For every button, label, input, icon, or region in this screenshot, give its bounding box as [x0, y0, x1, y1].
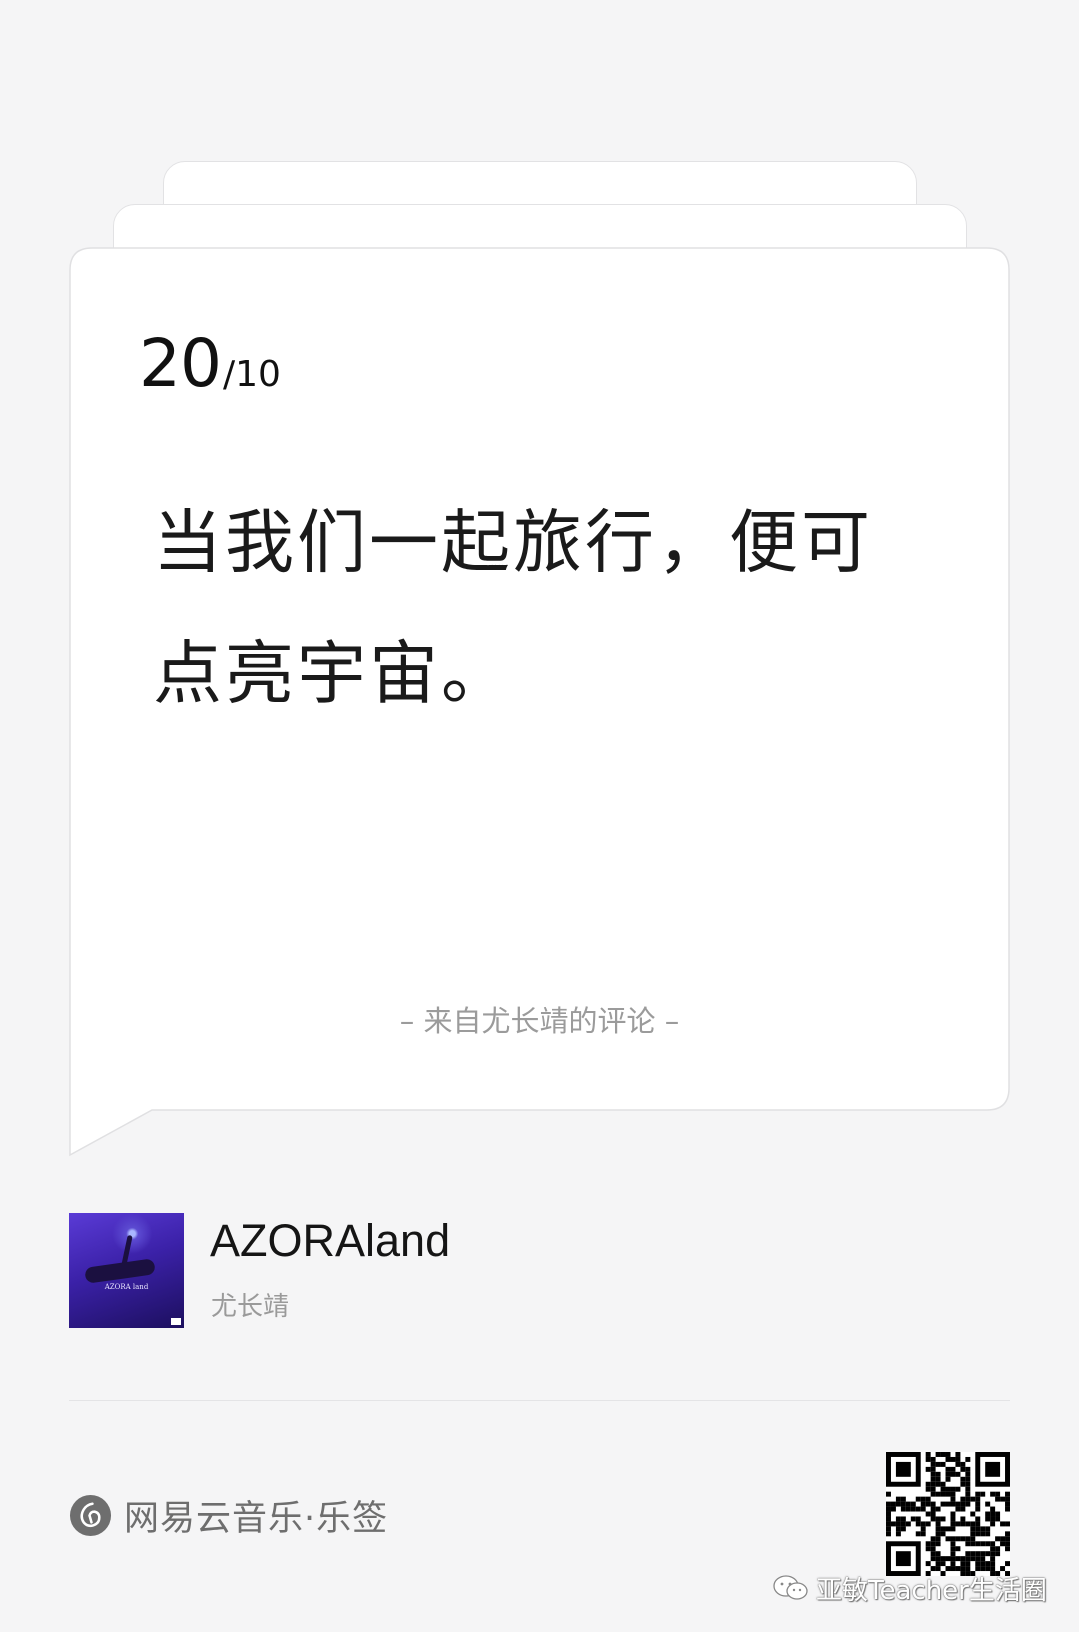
- watermark: 亚敏Teacher生活圈: [770, 1566, 1047, 1610]
- watermark-text: 亚敏Teacher生活圈: [816, 1575, 1047, 1606]
- date-month: /10: [222, 354, 281, 395]
- song-title[interactable]: AZORAland: [210, 1215, 450, 1267]
- album-cover[interactable]: AZORA land: [69, 1213, 184, 1328]
- divider: [69, 1400, 1010, 1401]
- date-label: 20/10: [139, 325, 281, 402]
- cover-text: AZORA land: [104, 1283, 149, 1291]
- wechat-icon: [773, 1575, 808, 1600]
- comment-quote: 当我们一起旅行，便可 点亮宇宙。: [153, 478, 913, 740]
- netease-cloud-music-icon: [69, 1494, 112, 1536]
- brand-name: 网易云音乐·乐签: [124, 1498, 389, 1539]
- quote-line: 点亮宇宙。: [153, 634, 513, 714]
- quote-line: 当我们一起旅行，便可: [153, 503, 873, 583]
- song-artist[interactable]: 尤长靖: [211, 1286, 289, 1323]
- brand: 网易云音乐·乐签: [69, 1493, 388, 1539]
- comment-source: – 来自尤长靖的评论 –: [399, 1004, 680, 1038]
- date-day: 20: [139, 325, 222, 402]
- qr-code-icon[interactable]: [886, 1452, 1010, 1576]
